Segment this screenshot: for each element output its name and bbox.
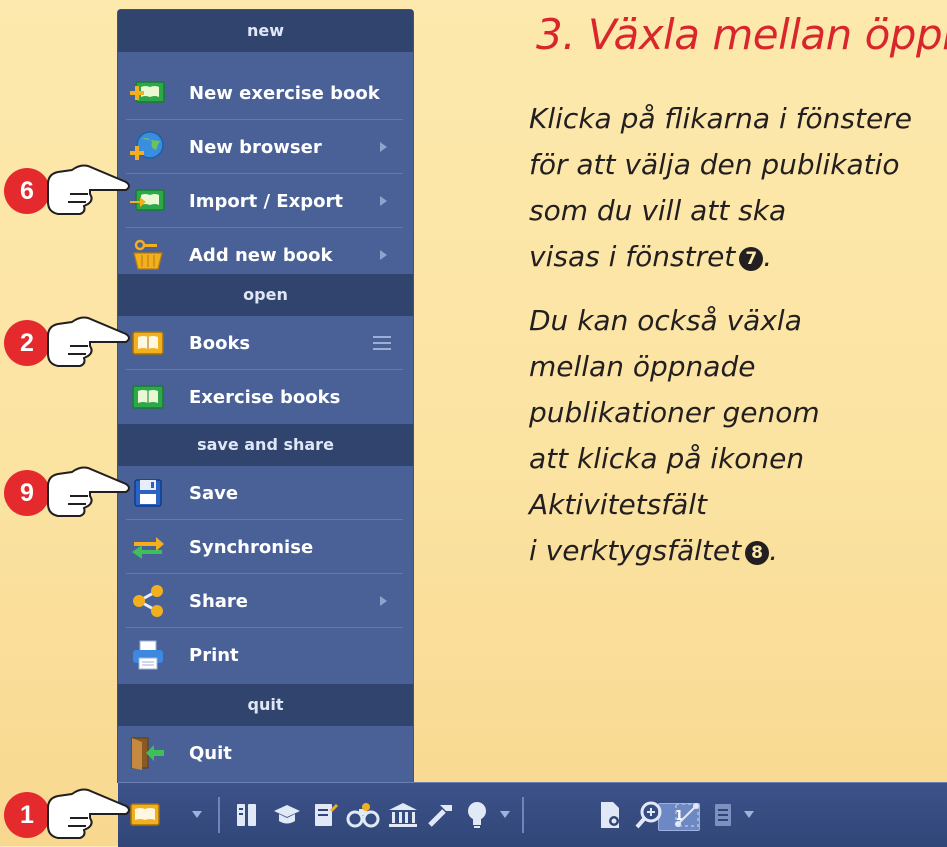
menu-item-label: Print	[189, 644, 239, 666]
submenu-arrow-icon	[380, 250, 387, 260]
section-header-quit: quit	[118, 684, 413, 726]
menu-item-books[interactable]: Books	[118, 316, 413, 370]
new-exercise-book-icon	[130, 76, 166, 110]
submenu-arrow-icon	[380, 196, 387, 206]
tools-icon[interactable]	[424, 799, 458, 831]
exit-door-icon	[130, 736, 166, 770]
bottom-toolbar: 1	[118, 782, 947, 847]
printer-icon	[130, 638, 166, 672]
menu-item-label: New exercise book	[189, 82, 380, 104]
pointing-hand-icon	[47, 466, 130, 517]
menu-item-synchronise[interactable]: Synchronise	[118, 520, 413, 574]
text-line: visas i fönstret 7.	[529, 240, 773, 273]
list-icon[interactable]	[706, 799, 740, 831]
crop-icon[interactable]	[670, 799, 704, 831]
toolbar-separator	[218, 797, 220, 833]
section-header-open: open	[118, 274, 413, 316]
text-line: i verktygsfältet 8.	[529, 534, 778, 567]
exercise-book-icon	[130, 380, 166, 414]
floppy-disk-icon	[130, 476, 166, 510]
text-line: publikationer genom	[529, 396, 820, 429]
menu-item-share[interactable]: Share	[118, 574, 413, 628]
menu-item-label: Exercise books	[189, 386, 341, 408]
chevron-down-icon[interactable]	[744, 811, 754, 818]
book-icon[interactable]	[128, 799, 162, 831]
menu-item-label: New browser	[189, 136, 322, 158]
callout-6: 6	[4, 160, 132, 222]
callout-2: 2	[4, 312, 132, 374]
callout-1: 1	[4, 784, 132, 846]
share-icon	[130, 584, 166, 618]
text-line: som du vill att ska	[529, 194, 787, 227]
text-line: att klicka på ikonen	[529, 442, 805, 475]
basket-key-icon	[130, 238, 166, 272]
chevron-down-icon[interactable]	[192, 811, 202, 818]
sync-arrows-icon	[130, 530, 166, 564]
menu-item-label: Quit	[189, 742, 232, 764]
text-line: Klicka på flikarna i fönstere	[529, 102, 912, 135]
chevron-down-icon[interactable]	[500, 811, 510, 818]
section-header-new: new	[118, 10, 413, 52]
menu-item-exercise-books[interactable]: Exercise books	[118, 370, 413, 424]
book-icon	[130, 326, 166, 360]
menu-item-label: Share	[189, 590, 249, 612]
menu-item-new-exercise-book[interactable]: New exercise book	[118, 66, 413, 120]
text-line: mellan öppnade	[529, 350, 756, 383]
callout-9: 9	[4, 462, 132, 524]
menu-item-print[interactable]: Print	[118, 628, 413, 682]
pages-icon[interactable]	[230, 799, 264, 831]
main-menu: new New exercise book New browser Import…	[118, 10, 413, 782]
pointing-hand-icon	[47, 788, 130, 839]
text-line: Aktivitetsfält	[529, 488, 708, 521]
text-line: för att välja den publikatio	[529, 148, 900, 181]
menu-item-save[interactable]: Save	[118, 466, 413, 520]
reference-marker-7: 7	[739, 247, 764, 271]
reference-marker-8: 8	[745, 541, 770, 565]
menu-item-label: Synchronise	[189, 536, 314, 558]
submenu-arrow-icon	[380, 596, 387, 606]
page-title: 3. Växla mellan öppn	[536, 10, 947, 59]
museum-icon[interactable]	[386, 799, 420, 831]
toolbar-separator	[522, 797, 524, 833]
globe-plus-icon	[130, 130, 166, 164]
notes-icon[interactable]	[308, 799, 342, 831]
text-line: Du kan också växla	[529, 304, 802, 337]
instruction-paragraph-1: Klicka på flikarna i fönstere för att vä…	[529, 96, 912, 280]
menu-item-import-export[interactable]: Import / Export	[118, 174, 413, 228]
menu-item-label: Import / Export	[189, 190, 343, 212]
section-header-save-share: save and share	[118, 424, 413, 466]
page-settings-icon[interactable]	[594, 799, 628, 831]
menu-item-label: Save	[189, 482, 239, 504]
menu-item-label: Add new book	[189, 244, 333, 266]
import-export-icon	[130, 184, 166, 218]
lightbulb-icon[interactable]	[460, 799, 494, 831]
submenu-arrow-icon	[380, 142, 387, 152]
pointing-hand-icon	[47, 316, 130, 367]
instruction-paragraph-2: Du kan också växla mellan öppnade publik…	[529, 298, 820, 574]
pointing-hand-icon	[47, 164, 130, 215]
menu-item-label: Books	[189, 332, 251, 354]
graduation-cap-icon[interactable]	[270, 799, 304, 831]
zoom-in-icon[interactable]	[632, 799, 666, 831]
menu-list-icon[interactable]	[373, 336, 391, 350]
menu-item-quit[interactable]: Quit	[118, 726, 413, 780]
menu-item-new-browser[interactable]: New browser	[118, 120, 413, 174]
binoculars-icon[interactable]	[346, 799, 380, 831]
